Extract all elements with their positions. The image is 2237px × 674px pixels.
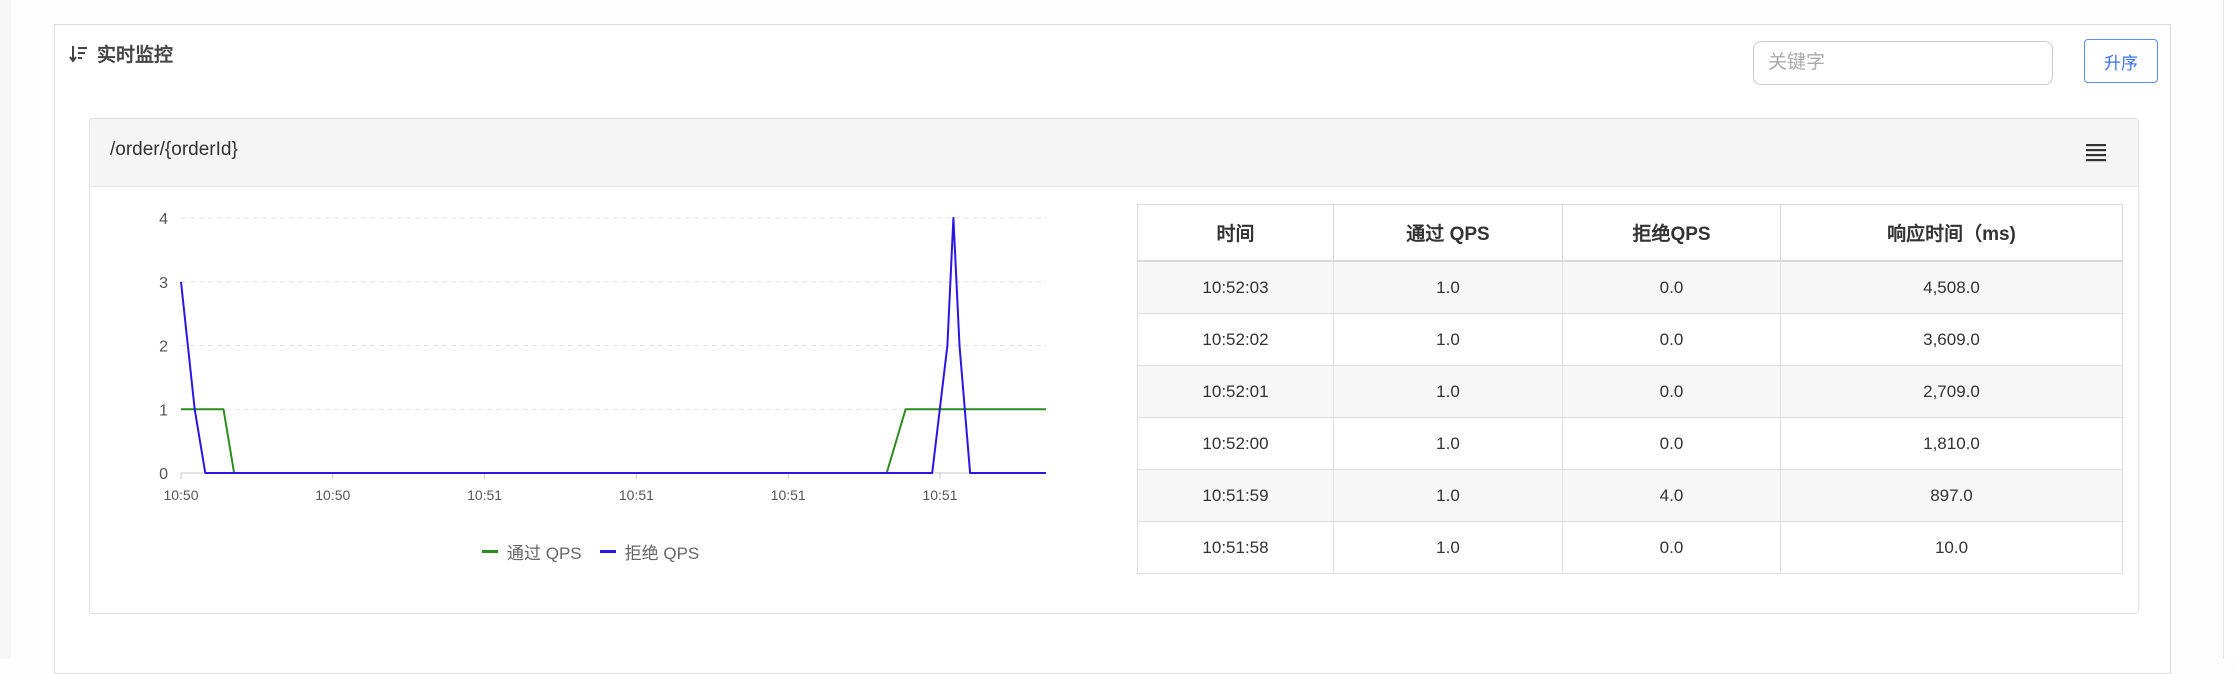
cell-time: 10:51:58 <box>1137 521 1334 574</box>
cell-block-qps: 0.0 <box>1562 260 1781 314</box>
cell-block-qps: 4.0 <box>1562 469 1781 522</box>
column-header-rt: 响应时间（ms) <box>1780 204 2123 262</box>
y-tick-label: 3 <box>159 275 168 292</box>
legend-label-pass: 通过 QPS <box>507 544 582 563</box>
x-tick-label: 10:51 <box>467 487 502 503</box>
cell-rt: 1,810.0 <box>1780 417 2123 470</box>
series-line-pass-qps <box>181 408 1046 474</box>
x-tick-label: 10:51 <box>771 487 806 503</box>
y-tick-label: 0 <box>159 466 168 483</box>
cell-block-qps: 0.0 <box>1562 521 1781 574</box>
sort-icon <box>69 45 87 63</box>
cell-block-qps: 0.0 <box>1562 313 1781 366</box>
cell-rt: 897.0 <box>1780 469 2123 522</box>
keyword-search-input[interactable] <box>1753 41 2053 85</box>
legend-swatch-block <box>599 550 616 553</box>
card-header: /order/{orderId} <box>90 119 2138 187</box>
scrollbar-track[interactable] <box>2223 0 2237 659</box>
cell-pass-qps: 1.0 <box>1333 365 1563 418</box>
cell-time: 10:52:00 <box>1137 417 1334 470</box>
cell-time: 10:52:03 <box>1137 260 1334 314</box>
y-tick-label: 1 <box>159 402 168 419</box>
cell-rt: 10.0 <box>1780 521 2123 574</box>
y-tick-label: 4 <box>159 211 168 228</box>
table-row: 10:52:03 1.0 0.0 4,508.0 <box>1137 260 2123 314</box>
y-tick-label: 2 <box>159 339 168 356</box>
resource-name: /order/{orderId} <box>110 139 238 160</box>
legend-item-block[interactable]: 拒绝 QPS <box>599 539 700 564</box>
panel-header: 实时监控 <box>69 40 173 67</box>
column-header-block-qps: 拒绝QPS <box>1562 204 1781 262</box>
table-row: 10:52:01 1.0 0.0 2,709.0 <box>1137 365 2123 418</box>
cell-time: 10:51:59 <box>1137 469 1334 522</box>
x-tick-label: 10:51 <box>922 487 957 503</box>
hamburger-menu-icon[interactable] <box>2084 141 2108 163</box>
table-row: 10:51:59 1.0 4.0 897.0 <box>1137 469 2123 522</box>
qps-line-chart: 0 1 2 3 4 10:50 10:50 10:51 10:51 10:51 10:51 <box>159 211 1046 503</box>
resource-card: /order/{orderId} 0 1 2 3 4 10:50 10:50 10:51 10:… <box>89 118 2139 614</box>
page-left-edge <box>0 0 11 659</box>
cell-time: 10:52:02 <box>1137 313 1334 366</box>
page-title: 实时监控 <box>97 45 174 66</box>
table-row: 10:51:58 1.0 0.0 10.0 <box>1137 521 2123 574</box>
chart-legend: 通过 QPS 拒绝 QPS <box>482 539 699 564</box>
legend-swatch-pass <box>482 550 498 553</box>
x-tick-label: 10:50 <box>315 487 350 503</box>
cell-pass-qps: 1.0 <box>1333 469 1563 522</box>
cell-rt: 2,709.0 <box>1780 365 2123 418</box>
cell-pass-qps: 1.0 <box>1333 417 1563 470</box>
x-tick-label: 10:50 <box>163 487 198 503</box>
cell-rt: 4,508.0 <box>1780 260 2123 314</box>
cell-block-qps: 0.0 <box>1562 365 1781 418</box>
column-header-pass-qps: 通过 QPS <box>1333 204 1563 262</box>
cell-pass-qps: 1.0 <box>1333 260 1563 314</box>
cell-block-qps: 0.0 <box>1562 417 1781 470</box>
table-header-row: 时间 通过 QPS 拒绝QPS 响应时间（ms) <box>1137 204 2123 262</box>
ascending-sort-button[interactable]: 升序 <box>2084 39 2158 83</box>
legend-label-block: 拒绝 QPS <box>624 544 700 563</box>
table-row: 10:52:02 1.0 0.0 3,609.0 <box>1137 313 2123 366</box>
x-tick-label: 10:51 <box>619 487 654 503</box>
cell-pass-qps: 1.0 <box>1333 521 1563 574</box>
cell-time: 10:52:01 <box>1137 365 1334 418</box>
cell-pass-qps: 1.0 <box>1333 313 1563 366</box>
legend-item-pass[interactable]: 通过 QPS <box>482 539 582 564</box>
column-header-time: 时间 <box>1137 204 1334 262</box>
table-row: 10:52:00 1.0 0.0 1,810.0 <box>1137 417 2123 470</box>
qps-table: 时间 通过 QPS 拒绝QPS 响应时间（ms) 10:52:03 1.0 0.… <box>1137 204 2123 574</box>
cell-rt: 3,609.0 <box>1780 313 2123 366</box>
